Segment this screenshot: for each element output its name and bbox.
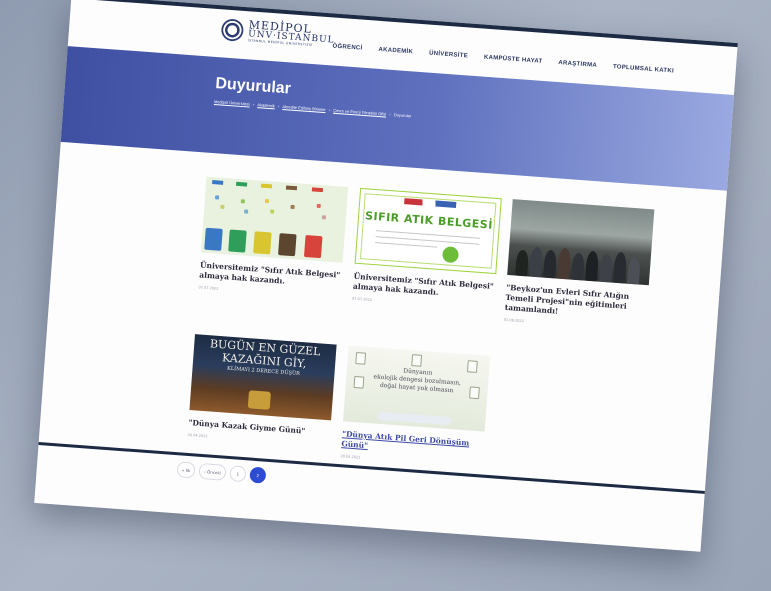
waste-item <box>243 209 249 214</box>
page-1-button[interactable]: 1 <box>229 465 247 483</box>
person-figure <box>598 253 613 283</box>
bin-label <box>212 180 224 185</box>
waste-item <box>290 204 295 210</box>
announcement-card[interactable]: BUGÜN EN GÜZEL KAZAĞINI GİY, KLİMAYI 2 D… <box>187 334 337 447</box>
nav-universite[interactable]: ÜNİVERSİTE <box>429 51 468 60</box>
bin-icon <box>466 360 478 373</box>
waste-item <box>321 215 327 220</box>
announcement-card[interactable]: "Beykoz'un Evleri Sıfır Atığın Temeli Pr… <box>504 199 655 332</box>
card-title[interactable]: "Beykoz'un Evleri Sıfır Atığın Temeli Pr… <box>504 283 648 324</box>
logo-emblem-icon <box>220 17 245 42</box>
bin-label <box>311 187 324 193</box>
announcement-card[interactable]: Üniversitemiz "Sıfır Atık Belgesi" almay… <box>198 176 349 300</box>
person-figure <box>557 247 572 280</box>
bin-icon <box>411 354 423 367</box>
announcement-card[interactable]: SIFIR ATIK BELGESİ Üniversitemiz "Sıfır … <box>352 187 502 311</box>
nav-toplumsal-katki[interactable]: TOPLUMSAL KATKI <box>613 64 674 74</box>
nav-ogrenci[interactable]: ÖĞRENCİ <box>332 43 362 51</box>
person-figure <box>584 250 600 282</box>
logo-text: MEDİPOL ÜNV·İSTANBUL İSTANBUL MEDİPOL ÜN… <box>248 18 336 48</box>
waste-item <box>220 204 225 209</box>
nav-arastirma[interactable]: ARAŞTIRMA <box>558 60 597 69</box>
brown-bin-icon <box>278 233 297 257</box>
announcement-card[interactable]: Dünyanın ekolojik dengesi bozulmasın, do… <box>340 345 491 468</box>
breadcrumb-separator: › <box>328 107 331 113</box>
person-figure <box>543 249 558 279</box>
university-logo[interactable]: MEDİPOL ÜNV·İSTANBUL İSTANBUL MEDİPOL ÜN… <box>220 17 336 48</box>
waste-item <box>214 195 220 200</box>
blue-bin-icon <box>204 227 223 251</box>
breadcrumb-separator: › <box>389 111 392 117</box>
breadcrumb-separator: › <box>252 101 255 107</box>
breadcrumb-separator: › <box>277 103 280 109</box>
red-bin-icon <box>303 235 323 259</box>
waste-item <box>270 209 275 214</box>
waste-item <box>264 198 270 204</box>
certificate-image: SIFIR ATIK BELGESİ <box>354 187 502 275</box>
bin-label <box>285 185 298 191</box>
person-figure <box>515 249 530 277</box>
previous-page-button[interactable]: ‹ Önceki <box>198 462 227 481</box>
bin-label <box>260 183 273 189</box>
group-photo <box>507 199 655 286</box>
sweater-day-image: BUGÜN EN GÜZEL KAZAĞINI GİY, KLİMAYI 2 D… <box>189 334 337 421</box>
battery-recycling-image: Dünyanın ekolojik dengesi bozulmasın, do… <box>343 345 491 432</box>
nav-akademik[interactable]: AKADEMİK <box>378 47 413 56</box>
green-bin-icon <box>228 229 247 253</box>
bin-label <box>235 181 248 187</box>
waste-item <box>240 199 246 204</box>
page-title: Duyurular <box>214 75 292 98</box>
page-photo: MEDİPOL ÜNV·İSTANBUL İSTANBUL MEDİPOL ÜN… <box>34 0 738 552</box>
recycling-bins-image <box>201 176 349 263</box>
person-figure <box>626 256 641 285</box>
sponsor-logos <box>377 411 452 426</box>
page-2-button[interactable]: 2 <box>249 466 267 484</box>
breadcrumb-current: Duyurular <box>393 112 412 119</box>
yellow-bin-icon <box>253 231 272 255</box>
breadcrumb-akredite[interactable]: Akredite Edilmiş Birimler <box>282 104 326 112</box>
breadcrumb-cevre-ofisi[interactable]: Çevre ve Enerji Yönetimi Ofisi <box>333 108 386 117</box>
breadcrumb: Medipol Üniversitesi › Akademik › Akredi… <box>214 99 411 118</box>
person-figure <box>529 246 544 278</box>
person-figure <box>571 252 585 281</box>
nav-kampuste-hayat[interactable]: KAMPÜSTE HAYAT <box>484 55 543 65</box>
mug-icon <box>247 390 271 410</box>
person-figure <box>612 251 628 284</box>
waste-item <box>316 203 321 209</box>
bin-icon <box>355 352 367 365</box>
first-page-button[interactable]: « İlk <box>176 461 196 479</box>
breadcrumb-home[interactable]: Medipol Üniversitesi <box>214 99 250 107</box>
breadcrumb-akademik[interactable]: Akademik <box>257 102 275 108</box>
pagination: « İlk ‹ Önceki 1 2 <box>176 461 267 484</box>
